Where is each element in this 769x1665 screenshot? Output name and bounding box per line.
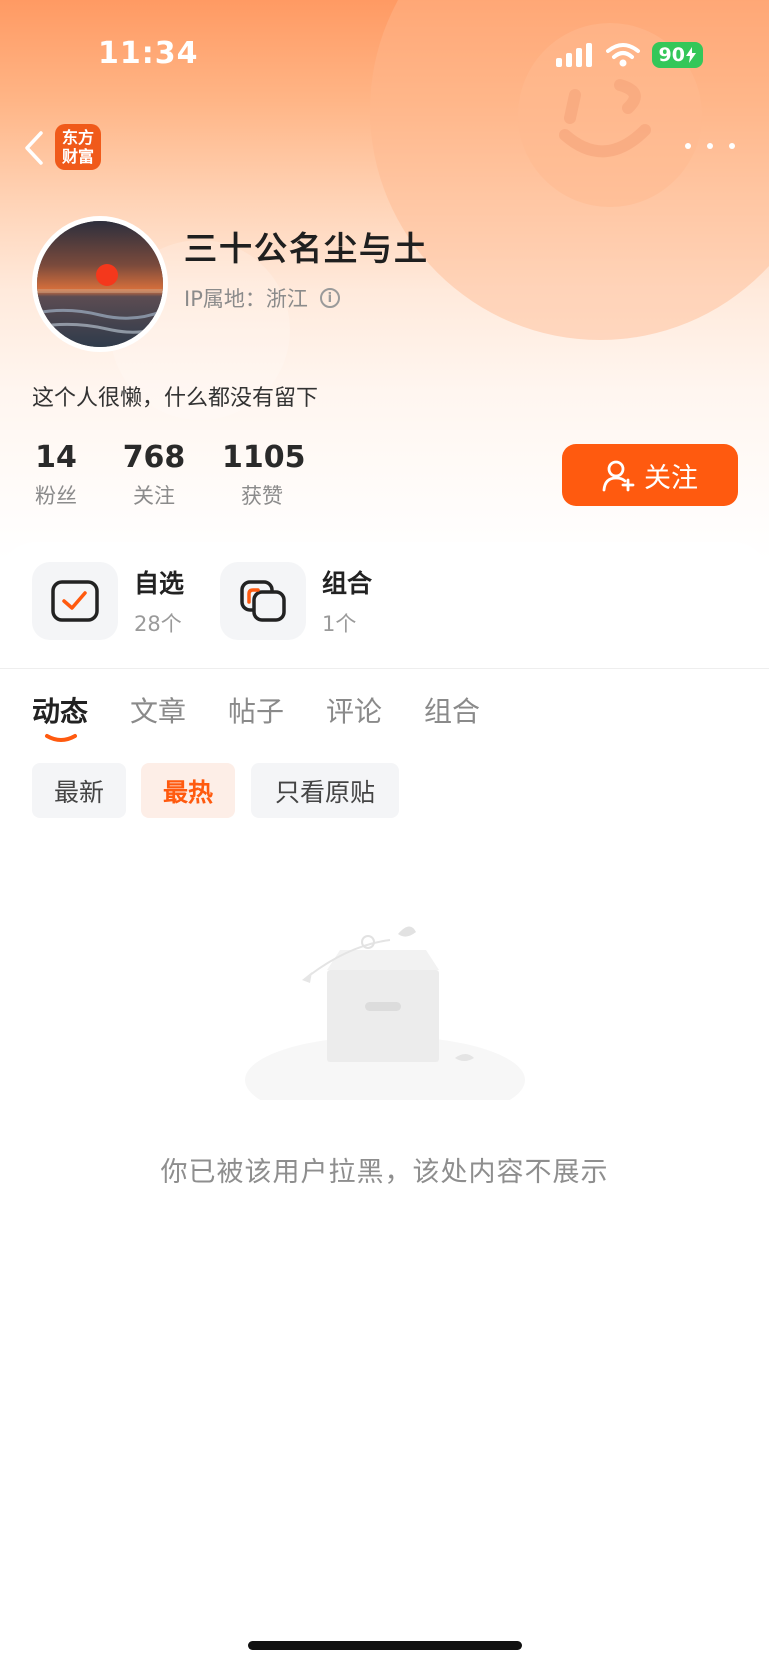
add-user-icon <box>602 460 635 492</box>
logo-text-line1: 东方 <box>61 128 94 147</box>
stat-label: 关注 <box>133 484 175 508</box>
charging-bolt-icon <box>686 47 696 63</box>
shortcut-icon-wrap <box>32 562 118 640</box>
shortcut-portfolio[interactable]: 组合 1个 <box>220 562 372 640</box>
tab-posts[interactable]: 帖子 <box>228 690 284 730</box>
stat-label: 获赞 <box>241 484 283 508</box>
more-options-button[interactable] <box>685 136 735 156</box>
avatar[interactable] <box>32 216 168 352</box>
shortcut-title: 组合 <box>322 569 373 598</box>
more-dot-icon <box>685 143 691 149</box>
active-tab-indicator <box>45 734 77 742</box>
stat-label: 粉丝 <box>35 484 77 508</box>
info-icon[interactable]: i <box>319 288 340 308</box>
shortcut-icon-wrap <box>220 562 306 640</box>
stat-followers[interactable]: 14 粉丝 <box>28 440 84 510</box>
watchlist-check-icon <box>51 580 99 622</box>
shortcut-watchlist[interactable]: 自选 28个 <box>32 562 184 640</box>
avatar-sunset-image <box>37 221 163 347</box>
tab-comments[interactable]: 评论 <box>326 690 382 730</box>
content-sheet <box>0 542 769 1665</box>
home-indicator[interactable] <box>248 1641 522 1650</box>
status-bar-time: 11:34 <box>98 36 199 71</box>
stat-value: 14 <box>35 440 77 475</box>
stat-value: 768 <box>122 440 186 475</box>
tab-portfolios[interactable]: 组合 <box>424 690 480 730</box>
app-logo[interactable]: 东方 财富 <box>55 124 101 170</box>
empty-state-message: 你已被该用户拉黑，该处内容不展示 <box>160 1157 609 1188</box>
section-divider <box>0 668 769 669</box>
shortcut-count: 28个 <box>134 612 182 636</box>
portfolio-stack-icon <box>240 580 286 622</box>
more-dot-icon <box>707 143 713 149</box>
wifi-icon <box>605 43 640 67</box>
filter-latest[interactable]: 最新 <box>32 763 126 818</box>
chevron-left-icon <box>25 131 43 165</box>
stat-following[interactable]: 768 关注 <box>116 440 192 510</box>
logo-text-line2: 财富 <box>61 147 94 166</box>
shortcut-title: 自选 <box>134 569 185 598</box>
battery-level: 90 <box>658 44 685 66</box>
tab-dynamics[interactable]: 动态 <box>32 690 88 730</box>
battery-indicator: 90 <box>651 42 703 68</box>
username: 三十公名尘与土 <box>184 229 429 268</box>
ip-location-text: IP属地：浙江 <box>184 287 308 311</box>
shortcut-count: 1个 <box>322 612 357 636</box>
follow-button[interactable]: 关注 <box>562 444 738 506</box>
more-dot-icon <box>729 143 735 149</box>
filter-original-only[interactable]: 只看原贴 <box>251 763 399 818</box>
stat-likes[interactable]: 1105 获赞 <box>222 440 306 510</box>
follow-button-label: 关注 <box>644 462 698 494</box>
profile-bio: 这个人很懒，什么都没有留下 <box>32 386 319 411</box>
ip-location: IP属地：浙江 i <box>184 283 340 313</box>
filter-hottest[interactable]: 最热 <box>141 763 235 818</box>
status-bar-icons: 90 <box>555 42 703 68</box>
stat-value: 1105 <box>222 440 306 475</box>
empty-box-illustration <box>245 926 525 1100</box>
tab-articles[interactable]: 文章 <box>130 690 186 730</box>
cellular-signal-icon <box>555 43 592 67</box>
back-button[interactable] <box>14 124 54 172</box>
